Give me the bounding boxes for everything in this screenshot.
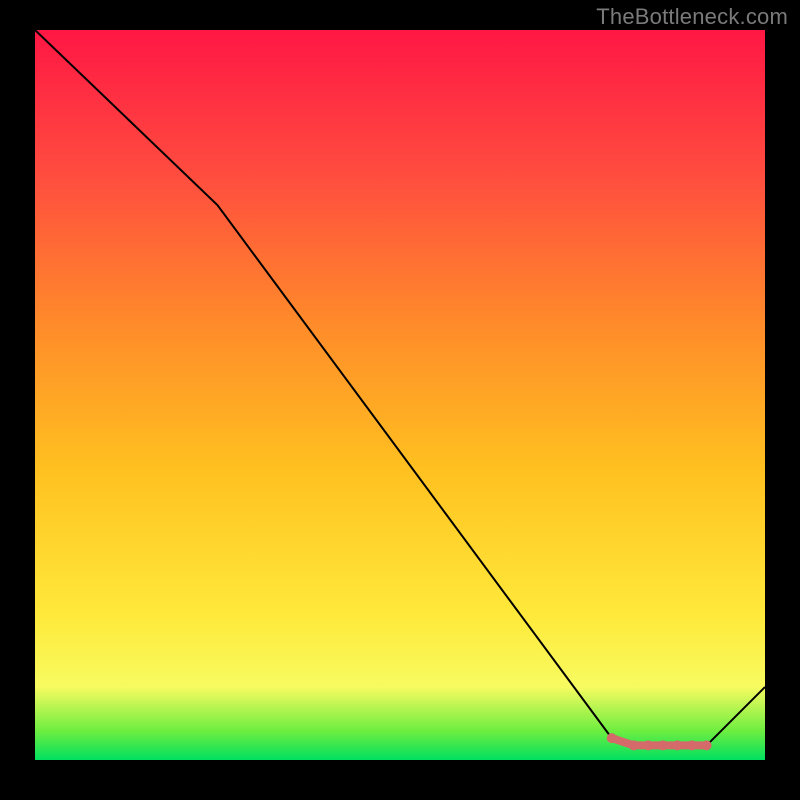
- highlight-point: [643, 740, 653, 750]
- chart-background: [35, 30, 765, 760]
- chart-container: TheBottleneck.com: [0, 0, 800, 800]
- watermark-link[interactable]: TheBottleneck.com: [596, 4, 788, 30]
- highlight-point: [687, 740, 697, 750]
- highlight-point: [658, 740, 668, 750]
- highlight-point: [702, 740, 712, 750]
- plot-area: [35, 30, 765, 760]
- highlight-point: [629, 740, 639, 750]
- highlight-point: [672, 740, 682, 750]
- highlight-point: [607, 733, 617, 743]
- chart-svg: [35, 30, 765, 760]
